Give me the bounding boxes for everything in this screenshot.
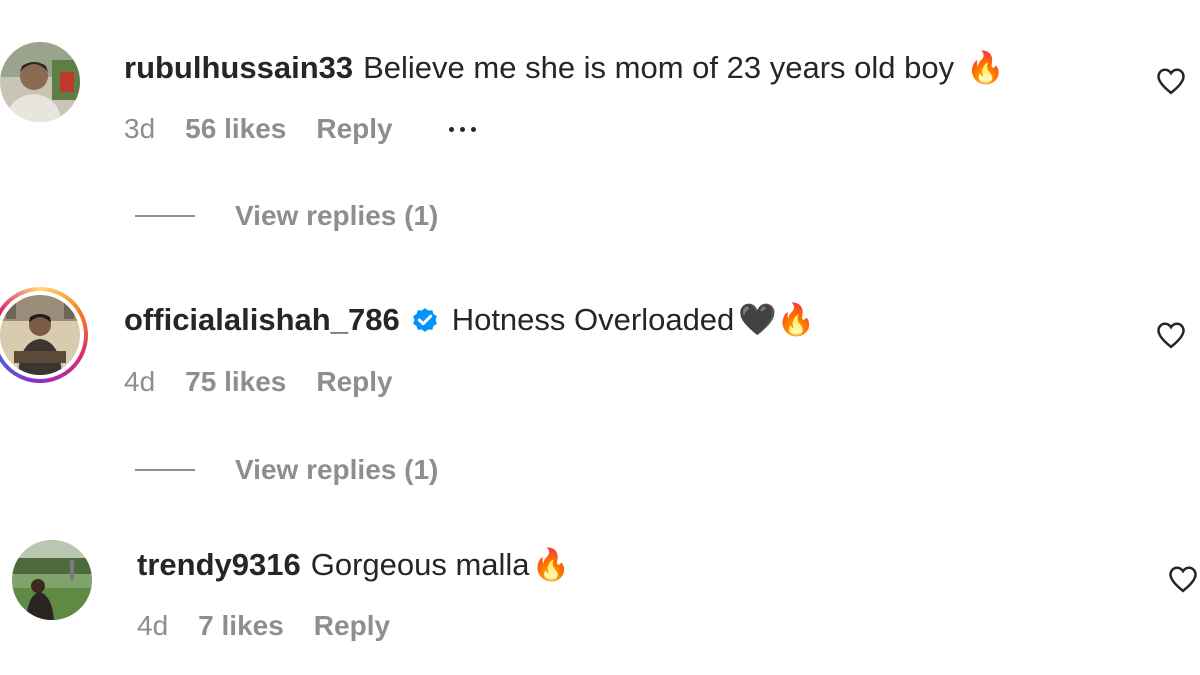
comment-text: Hotness Overloaded	[451, 302, 735, 337]
view-replies-link[interactable]: View replies (1)	[135, 454, 438, 486]
divider	[135, 215, 195, 217]
comment-time[interactable]: 4d	[124, 364, 155, 400]
comment-time[interactable]: 3d	[124, 111, 155, 147]
fire-emoji: 🔥	[531, 547, 571, 582]
view-replies-label: View replies (1)	[235, 454, 439, 485]
heart-fire-emoji: 🖤🔥	[738, 302, 816, 337]
comment-likes[interactable]: 56 likes	[185, 111, 286, 147]
comment-likes[interactable]: 7 likes	[198, 608, 284, 644]
comment-time[interactable]: 4d	[137, 608, 168, 644]
avatar[interactable]	[0, 295, 80, 375]
comment-item: rubulhussain33 Believe me she is mom of …	[0, 0, 1200, 250]
comment-text: Believe me she is mom of 23 years old bo…	[363, 50, 955, 85]
avatar[interactable]	[0, 42, 80, 122]
reply-button[interactable]: Reply	[314, 608, 390, 644]
comment-username[interactable]: trendy9316	[137, 545, 301, 585]
story-ring[interactable]	[0, 287, 88, 383]
more-options-icon[interactable]	[448, 126, 476, 132]
comment-item: officialalishah_786 Hotness Overloaded 🖤…	[0, 270, 1200, 510]
divider	[135, 469, 195, 471]
reply-button[interactable]: Reply	[316, 111, 392, 147]
reply-button[interactable]: Reply	[316, 364, 392, 400]
fire-emoji: 🔥	[966, 50, 1005, 85]
heart-outline-icon[interactable]	[1156, 67, 1186, 95]
avatar[interactable]	[12, 540, 92, 620]
view-replies-label: View replies (1)	[235, 200, 439, 231]
comment-item: trendy9316 Gorgeous malla 🔥 4d 7 likes R…	[0, 520, 1200, 675]
comment-username[interactable]: officialalishah_786	[124, 300, 400, 340]
verified-badge-icon	[412, 308, 437, 332]
heart-outline-icon[interactable]	[1156, 321, 1186, 349]
comment-username[interactable]: rubulhussain33	[124, 48, 353, 88]
view-replies-link[interactable]: View replies (1)	[135, 200, 438, 232]
comment-text: Gorgeous malla	[310, 547, 530, 582]
heart-outline-icon[interactable]	[1168, 565, 1198, 593]
comment-likes[interactable]: 75 likes	[185, 364, 286, 400]
